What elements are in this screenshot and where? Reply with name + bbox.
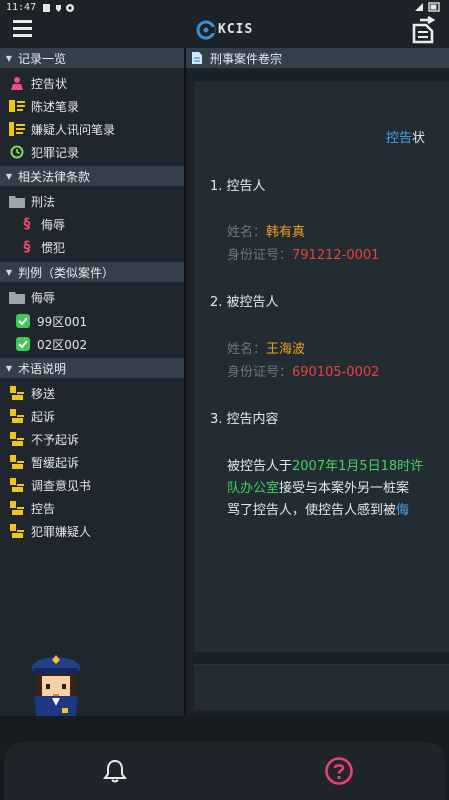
menu-icon — [13, 20, 32, 23]
content-line-2: 队办公室接受与本案外另一桩案 — [227, 481, 410, 496]
section-heading-complainant: 1. 控告人 — [210, 179, 266, 194]
sidebar-item-term-no-prosecution[interactable]: 不予起诉 — [8, 428, 79, 450]
battery-signal-icon — [415, 2, 440, 12]
term-icon — [8, 408, 26, 424]
status-notification-icons — [43, 4, 74, 12]
term-icon — [8, 523, 26, 539]
sidebar-item-term-investigation-report[interactable]: 调查意见书 — [8, 474, 91, 496]
complainant-name: 姓名：韩有真 — [227, 225, 306, 240]
sidebar-item-interrogation[interactable]: 嫌疑人讯问笔录 — [8, 118, 115, 140]
complainant-id: 身份证号：791212-0001 — [227, 248, 380, 263]
sidebar-item-term-prosecute[interactable]: 起诉 — [8, 405, 55, 427]
caret-down-icon: ▼ — [5, 171, 13, 181]
section-heading-accused: 2. 被控告人 — [210, 295, 279, 310]
section-heading-content: 3. 控告内容 — [210, 412, 279, 427]
folder-icon — [8, 193, 26, 209]
sidebar-item-case-02-002[interactable]: 02区002 — [14, 333, 87, 355]
status-bar: 11:47 — [0, 0, 449, 16]
check-icon — [14, 313, 32, 329]
status-time: 11:47 — [6, 2, 37, 13]
law-section-icon: § — [23, 216, 31, 232]
section-header-precedents[interactable]: ▼ 判例（类似案件） — [0, 262, 184, 282]
interrogation-icon — [8, 121, 26, 137]
term-icon — [8, 431, 26, 447]
sidebar: ▼ 记录一览 控告状 陈述笔录 嫌疑人讯问笔录 犯罪记录 ▼ 相关法律条款 刑法… — [0, 48, 184, 716]
logo-icon — [196, 20, 216, 40]
statement-icon — [8, 98, 26, 114]
history-icon — [8, 144, 26, 160]
folder-icon — [8, 289, 26, 305]
tab-title: 刑事案件卷宗 — [210, 51, 283, 66]
content-line-1: 被控告人于2007年1月5日18时许 — [227, 459, 424, 474]
section-header-records[interactable]: ▼ 记录一览 — [0, 48, 184, 68]
content-line-3: 骂了控告人，使控告人感到被侮 — [227, 503, 410, 518]
term-icon — [8, 477, 26, 493]
sidebar-item-term-complaint[interactable]: 控告 — [8, 497, 55, 519]
file-icon — [192, 52, 202, 64]
sidebar-item-habitual-law[interactable]: § 惯犯 — [18, 236, 66, 258]
sidebar-item-insult-law[interactable]: § 侮辱 — [18, 213, 66, 235]
app-header: KCIS — [0, 16, 449, 46]
check-icon — [14, 336, 32, 352]
document-title: 控告状 — [386, 131, 426, 146]
caret-down-icon: ▼ — [5, 267, 13, 277]
help-icon[interactable] — [324, 756, 354, 786]
sidebar-item-term-deferred[interactable]: 暂缓起诉 — [8, 451, 79, 473]
sidebar-item-insult-cases[interactable]: 侮辱 — [8, 286, 55, 308]
accused-id: 身份证号：690105-0002 — [227, 365, 380, 380]
sidebar-item-criminal-law[interactable]: 刑法 — [8, 190, 55, 212]
export-icon — [412, 16, 436, 44]
document-page: 控告状 1. 控告人 姓名：韩有真 身份证号：791212-0001 2. 被控… — [194, 82, 449, 652]
logo-text: KCIS — [218, 22, 254, 37]
section-header-terms[interactable]: ▼ 术语说明 — [0, 358, 184, 378]
document-page-next — [194, 664, 449, 710]
export-button[interactable] — [410, 16, 438, 44]
sidebar-item-criminal-record[interactable]: 犯罪记录 — [8, 141, 79, 163]
term-icon — [8, 385, 26, 401]
sidebar-item-case-99-001[interactable]: 99区001 — [14, 310, 87, 332]
sidebar-item-statement[interactable]: 陈述笔录 — [8, 95, 79, 117]
term-icon — [8, 500, 26, 516]
highlight-datetime[interactable]: 2007年1月5日18时许 — [292, 459, 423, 474]
document-view[interactable]: 控告状 1. 控告人 姓名：韩有真 身份证号：791212-0001 2. 被控… — [186, 68, 449, 716]
accused-name: 姓名：王海波 — [227, 342, 306, 357]
bell-icon[interactable] — [102, 758, 128, 784]
bottom-nav — [4, 742, 445, 800]
sidebar-item-complaint[interactable]: 控告状 — [8, 72, 67, 94]
section-header-laws[interactable]: ▼ 相关法律条款 — [0, 166, 184, 186]
app-logo: KCIS — [196, 18, 256, 42]
document-tab[interactable]: 刑事案件卷宗 — [186, 48, 449, 68]
sidebar-item-term-suspect[interactable]: 犯罪嫌疑人 — [8, 520, 91, 542]
highlight-location[interactable]: 队办公室 — [227, 481, 279, 496]
person-pink-icon — [8, 75, 26, 91]
caret-down-icon: ▼ — [5, 363, 13, 373]
highlight-insult[interactable]: 侮 — [396, 503, 409, 518]
caret-down-icon: ▼ — [5, 53, 13, 63]
sidebar-item-term-transfer[interactable]: 移送 — [8, 382, 55, 404]
term-icon — [8, 454, 26, 470]
law-section-icon: § — [23, 239, 31, 255]
menu-button[interactable] — [10, 16, 36, 42]
